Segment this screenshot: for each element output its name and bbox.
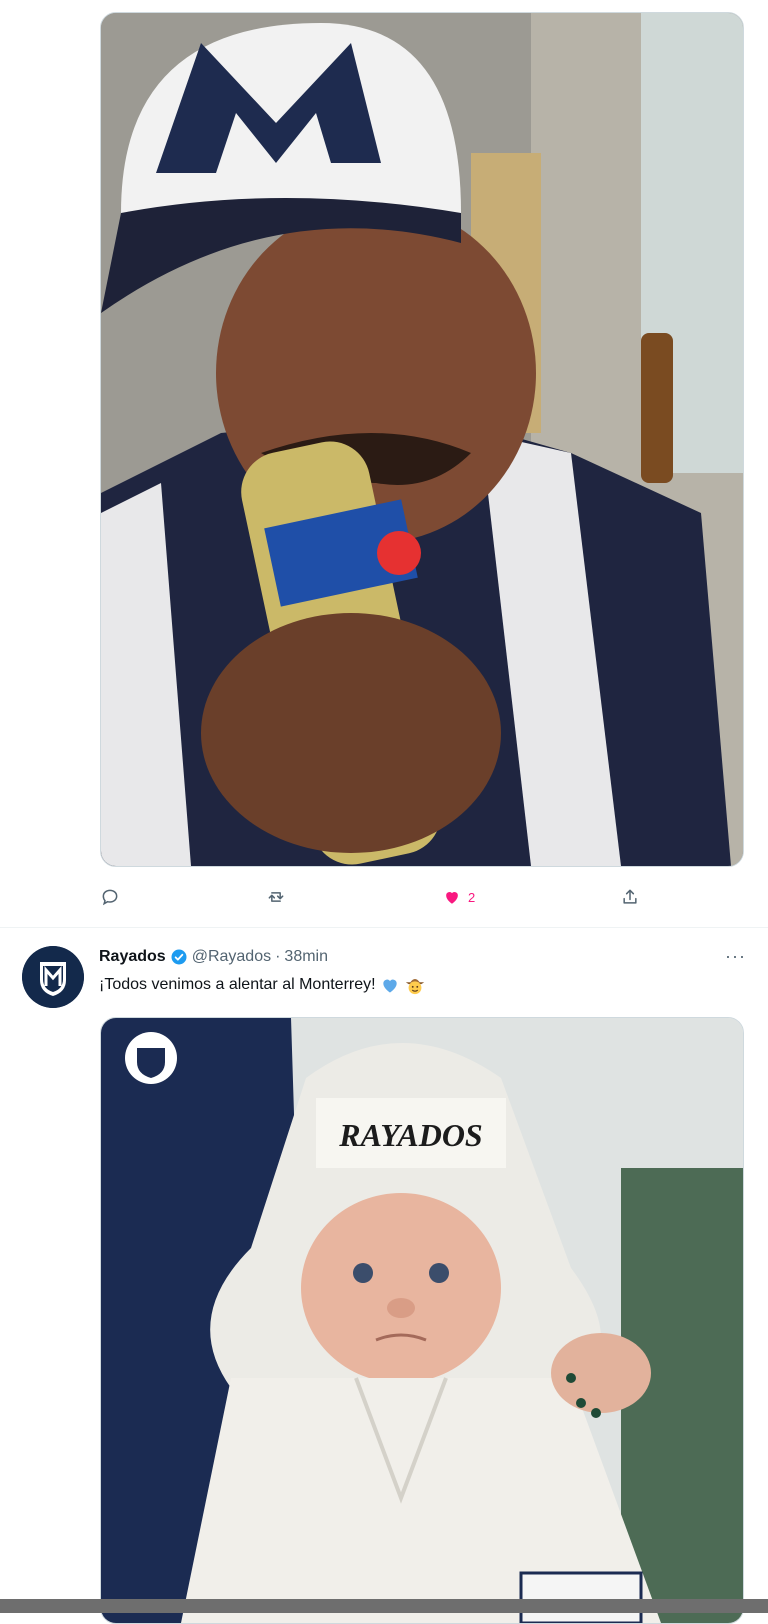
tweet-time[interactable]: 38min <box>284 948 328 966</box>
tweet2-photo-illustration: RAYADOS <box>101 1018 743 1623</box>
retweet-button[interactable] <box>266 887 292 907</box>
bottom-bar <box>0 1599 768 1613</box>
tweet-divider <box>0 927 768 928</box>
heart-filled-icon <box>446 892 458 904</box>
author-name[interactable]: Rayados <box>99 948 166 966</box>
like-button[interactable]: 2 <box>442 887 475 907</box>
like-count: 2 <box>468 889 476 905</box>
verified-badge-icon <box>171 949 187 965</box>
blue-heart-icon <box>382 979 397 993</box>
rayados-shield-icon <box>22 946 84 1008</box>
tweet2-body: ¡Todos venimos a alentar al Monterrey! <box>99 976 376 993</box>
tweet1-photo[interactable] <box>100 12 744 867</box>
tweet2-photo[interactable]: RAYADOS <box>100 1017 744 1624</box>
header-separator: · <box>275 948 281 965</box>
reply-button[interactable] <box>100 887 126 907</box>
tweet2-text: ¡Todos venimos a alentar al Monterrey! <box>99 974 426 996</box>
share-button[interactable] <box>620 887 640 907</box>
cowboy-face-icon <box>405 979 424 995</box>
share-icon <box>623 889 637 904</box>
tweet1-action-bar: 2 <box>100 887 640 911</box>
tweet2-header: Rayados @Rayados · 38min <box>99 948 328 966</box>
author-handle[interactable]: @Rayados <box>192 948 271 966</box>
hood-rayados-text: RAYADOS <box>338 1117 482 1153</box>
reply-icon <box>102 889 118 906</box>
more-options-button[interactable]: ··· <box>725 946 746 967</box>
retweet-icon <box>268 892 284 902</box>
tweet1-photo-illustration <box>101 13 743 866</box>
rayados-avatar[interactable] <box>22 946 84 1008</box>
